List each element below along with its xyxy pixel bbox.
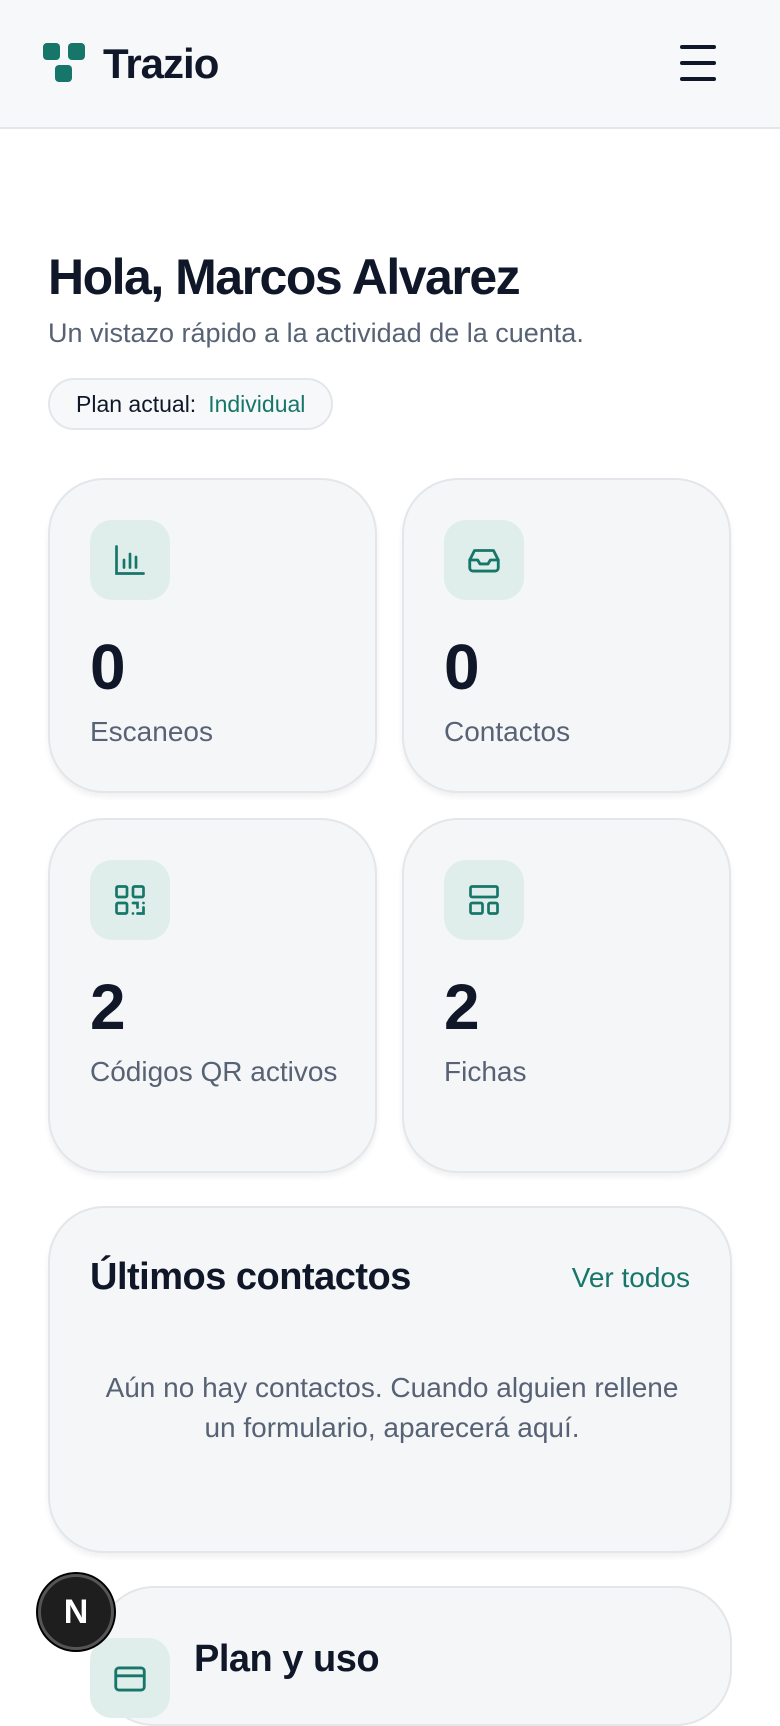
stat-label: Códigos QR activos <box>90 1056 338 1087</box>
stat-label: Escaneos <box>90 716 213 747</box>
stat-label: Contactos <box>444 716 571 747</box>
stat-value: 2 <box>444 971 480 1043</box>
top-navigation-bar: Trazio <box>0 0 780 129</box>
stat-card-qr-codes: 2 Códigos QR activos <box>48 818 377 1173</box>
section-title: Plan y uso <box>194 1638 380 1680</box>
stat-card-cards: 2 Fichas <box>402 818 731 1173</box>
stat-card-scans: 0 Escaneos <box>48 478 377 793</box>
brand-name: Trazio <box>103 40 219 87</box>
stat-value: 2 <box>90 971 126 1043</box>
layout-icon <box>444 860 524 940</box>
dev-tools-badge[interactable]: N <box>38 1574 114 1650</box>
latest-contacts-card: Últimos contactos Ver todos Aún no hay c… <box>48 1206 732 1553</box>
page-subtitle: Un vistazo rápido a la actividad de la c… <box>48 318 584 348</box>
empty-state-message: Aún no hay contactos. Cuando alguien rel… <box>105 1372 679 1443</box>
stat-card-contacts: 0 Contactos <box>402 478 731 793</box>
section-title: Últimos contactos <box>90 1256 411 1298</box>
stat-value: 0 <box>90 631 126 703</box>
credit-card-icon <box>90 1638 170 1718</box>
stat-value: 0 <box>444 631 480 703</box>
inbox-icon <box>444 520 524 600</box>
plan-usage-card: Plan y uso <box>90 1586 732 1726</box>
page-title: Hola, Marcos Alvarez <box>48 249 521 305</box>
qr-code-icon <box>90 860 170 940</box>
brand-logo-icon <box>43 43 85 85</box>
hamburger-menu-icon[interactable] <box>678 45 718 81</box>
plan-label: Plan actual: <box>76 390 197 417</box>
bar-chart-icon <box>90 520 170 600</box>
stat-label: Fichas <box>444 1056 527 1087</box>
plan-value: Individual <box>208 390 306 417</box>
view-all-link[interactable]: Ver todos <box>572 1262 690 1294</box>
current-plan-badge: Plan actual: Individual <box>48 378 334 430</box>
